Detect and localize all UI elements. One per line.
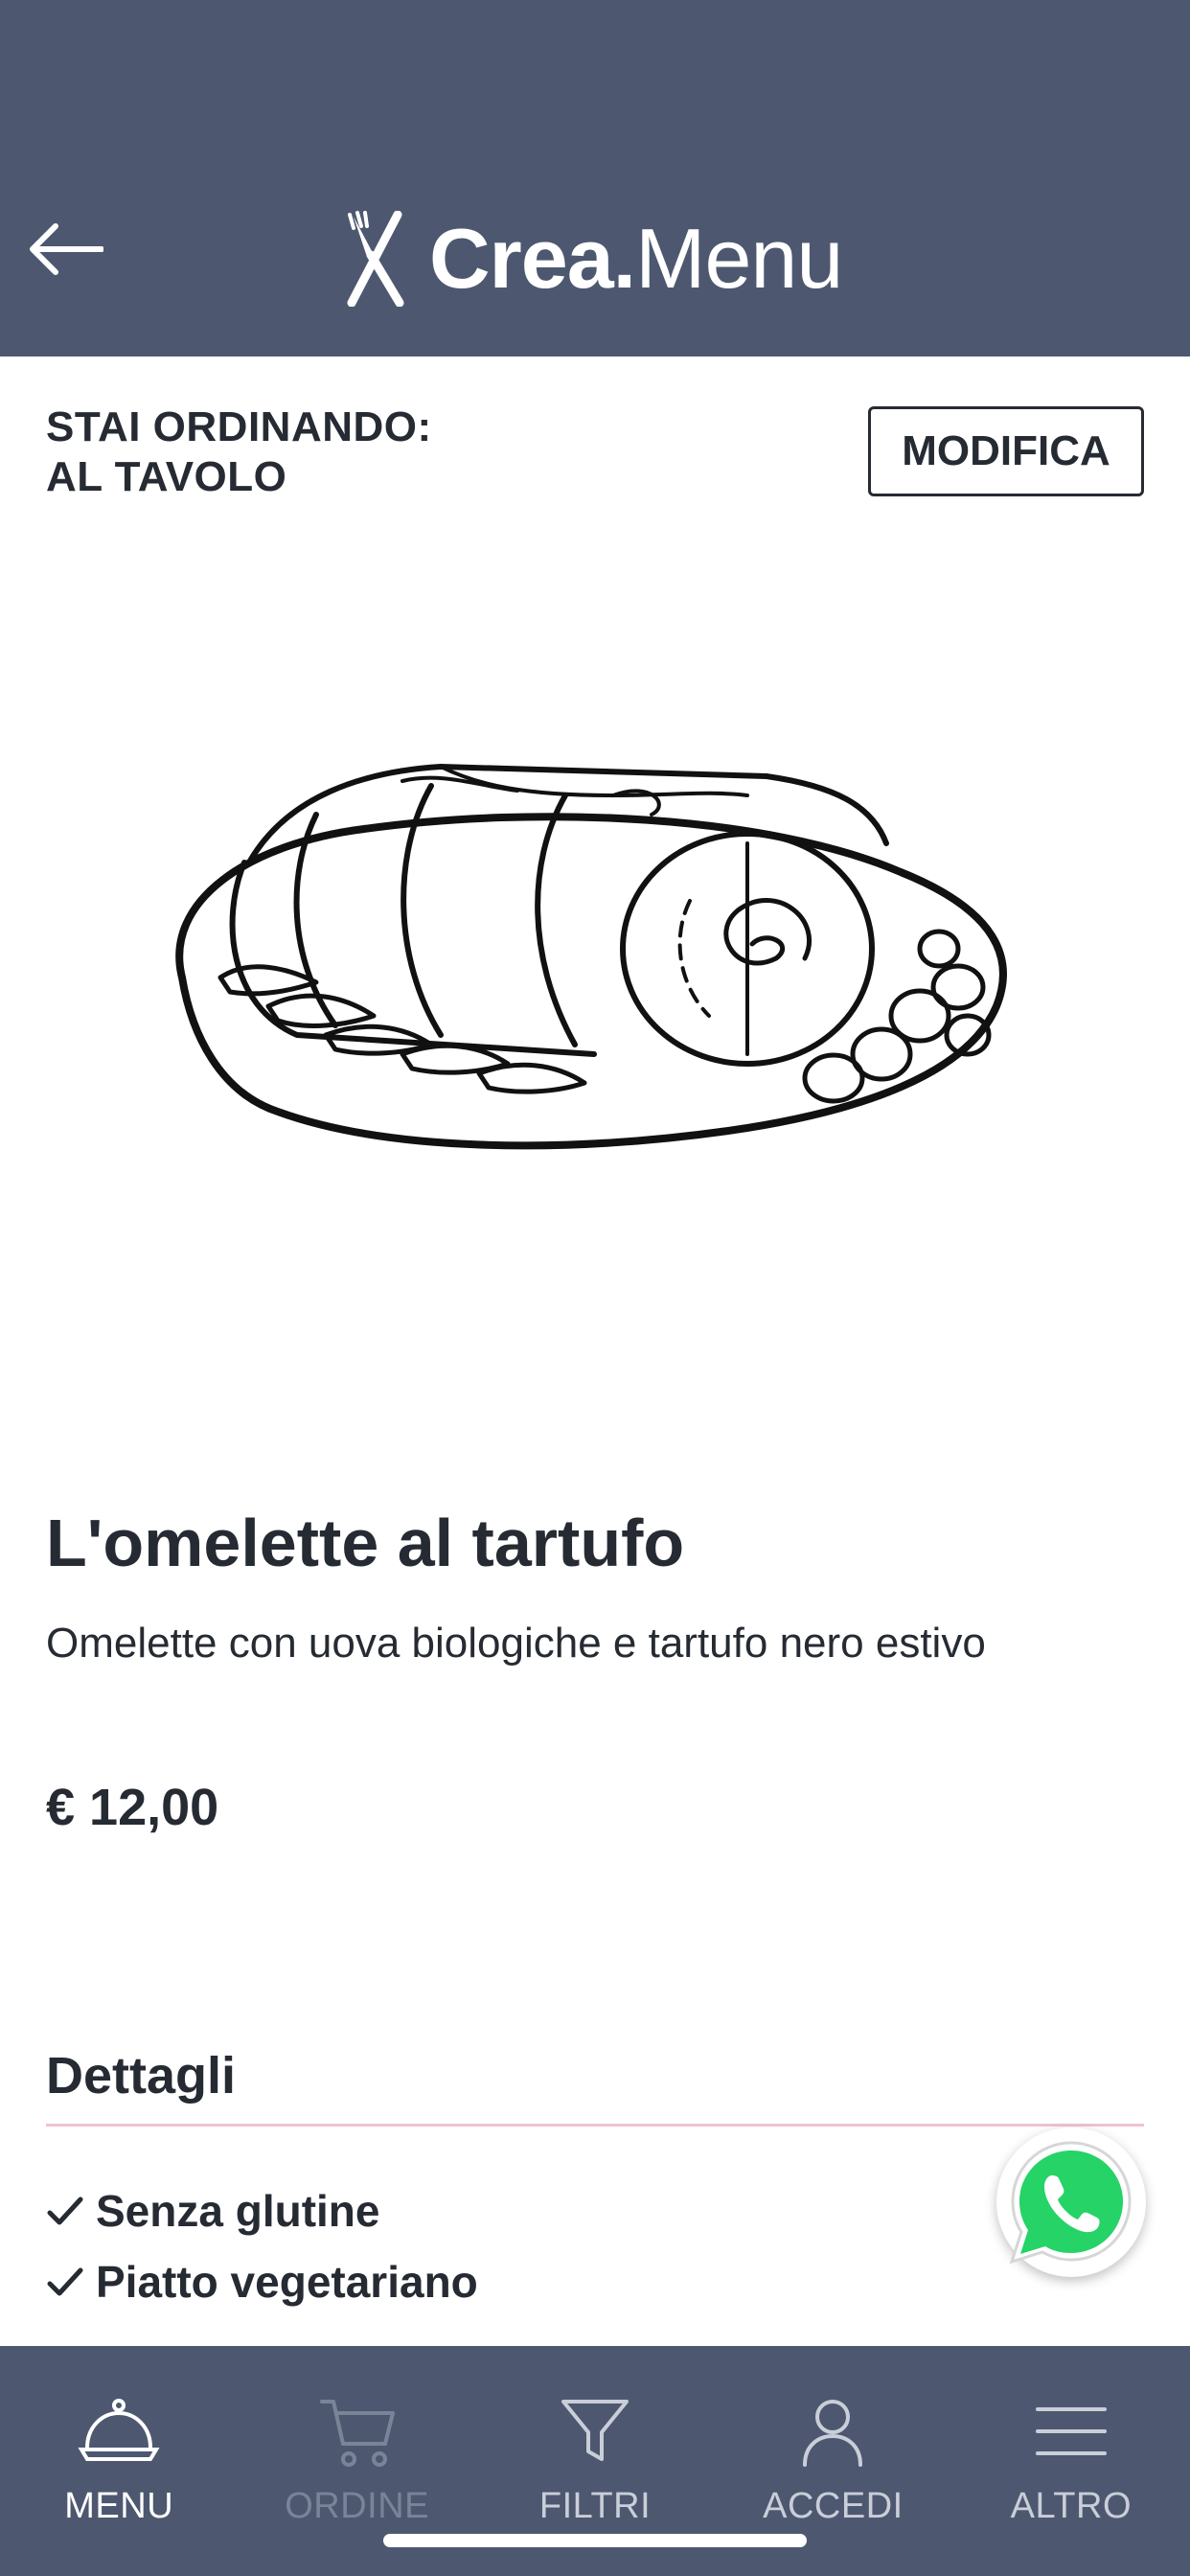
check-icon: [47, 2267, 83, 2296]
dish-description: Omelette con uova biologiche e tartufo n…: [46, 1620, 986, 1667]
hamburger-icon: [1035, 2407, 1107, 2455]
nav-label-ordine: ORDINE: [285, 2486, 429, 2526]
nav-label-altro: ALTRO: [1010, 2486, 1133, 2526]
nav-item-menu[interactable]: MENU: [0, 2346, 238, 2576]
user-icon: [803, 2400, 863, 2467]
nav-item-altro[interactable]: ALTRO: [952, 2346, 1190, 2576]
logo-text-light: Menu: [635, 211, 843, 306]
dish-image: [175, 764, 1007, 1150]
detail-item-label: Piatto vegetariano: [96, 2257, 478, 2307]
dish-price: € 12,00: [46, 1779, 219, 1836]
detail-item-vegetarian: Piatto vegetariano: [46, 2246, 478, 2317]
dish-title: L'omelette al tartufo: [46, 1506, 685, 1580]
arrow-left-icon: [30, 223, 103, 275]
details-list: Senza glutine Piatto vegetariano: [46, 2175, 478, 2317]
check-icon: [47, 2196, 83, 2225]
cloche-icon: [78, 2399, 160, 2461]
whatsapp-button[interactable]: [996, 2128, 1146, 2277]
app-logo: Crea.Menu: [340, 206, 843, 311]
cart-icon: [319, 2400, 395, 2467]
whatsapp-icon: [1009, 2141, 1132, 2265]
details-heading: Dettagli: [46, 2047, 237, 2104]
filter-icon: [561, 2400, 629, 2461]
home-indicator: [383, 2534, 807, 2547]
nav-label-accedi: ACCEDI: [763, 2486, 904, 2526]
nav-label-menu: MENU: [64, 2486, 174, 2526]
details-divider: [46, 2124, 1144, 2127]
nav-label-filtri: FILTRI: [538, 2486, 652, 2526]
modify-button[interactable]: MODIFICA: [868, 406, 1144, 496]
back-button[interactable]: [27, 211, 113, 288]
detail-item-label: Senza glutine: [96, 2186, 380, 2236]
app-header: Crea.Menu: [0, 0, 1190, 356]
logo-text: Crea.Menu: [429, 217, 843, 301]
fork-knife-icon: [347, 211, 404, 307]
logo-text-bold: Crea.: [429, 211, 636, 306]
order-mode-bar: STAI ORDINANDO: AL TAVOLO MODIFICA: [46, 402, 1144, 508]
detail-item-gluten-free: Senza glutine: [46, 2175, 478, 2246]
